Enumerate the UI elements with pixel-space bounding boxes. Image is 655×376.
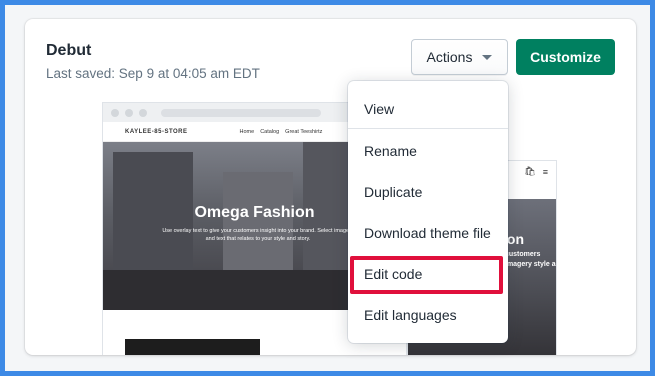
- gallery-thumbnail: [125, 339, 260, 355]
- menu-item-rename[interactable]: Rename: [364, 143, 417, 159]
- menu-icon: ≡: [542, 166, 548, 177]
- actions-button-label: Actions: [426, 49, 473, 65]
- theme-name: Debut: [46, 42, 92, 59]
- menu-item-download-theme-file[interactable]: Download theme file: [364, 225, 491, 241]
- url-bar: [161, 108, 321, 117]
- caret-down-icon: [482, 54, 493, 60]
- window-dot-icon: [111, 108, 119, 117]
- store-nav-link: Home: [239, 128, 255, 135]
- menu-item-edit-languages[interactable]: Edit languages: [364, 307, 457, 323]
- customize-button[interactable]: Customize: [516, 39, 615, 75]
- cart-icon: 🛍: [524, 166, 536, 176]
- window-dot-icon: [125, 108, 133, 117]
- store-nav-link: Great Teeshirtz: [285, 128, 323, 135]
- hero-text: Use overlay text to give your customers …: [162, 228, 354, 242]
- store-name: KAYLEE-85-STORE: [125, 128, 188, 135]
- window-dot-icon: [139, 108, 147, 117]
- actions-dropdown-menu: View Rename Duplicate Download theme fil…: [348, 81, 508, 343]
- menu-item-duplicate[interactable]: Duplicate: [364, 184, 422, 200]
- theme-card: Debut Last saved: Sep 9 at 04:05 am EDT …: [25, 19, 636, 355]
- mobile-hero-text: customers imagery style and: [505, 251, 556, 268]
- menu-divider: [348, 128, 508, 129]
- last-saved-text: Last saved: Sep 9 at 04:05 am EDT: [46, 66, 260, 81]
- edit-code-highlight-box: [350, 256, 503, 294]
- store-nav-link: Catalog: [260, 128, 280, 135]
- menu-item-view[interactable]: View: [364, 101, 394, 117]
- building-shape: [223, 172, 293, 272]
- actions-button[interactable]: Actions: [411, 39, 508, 75]
